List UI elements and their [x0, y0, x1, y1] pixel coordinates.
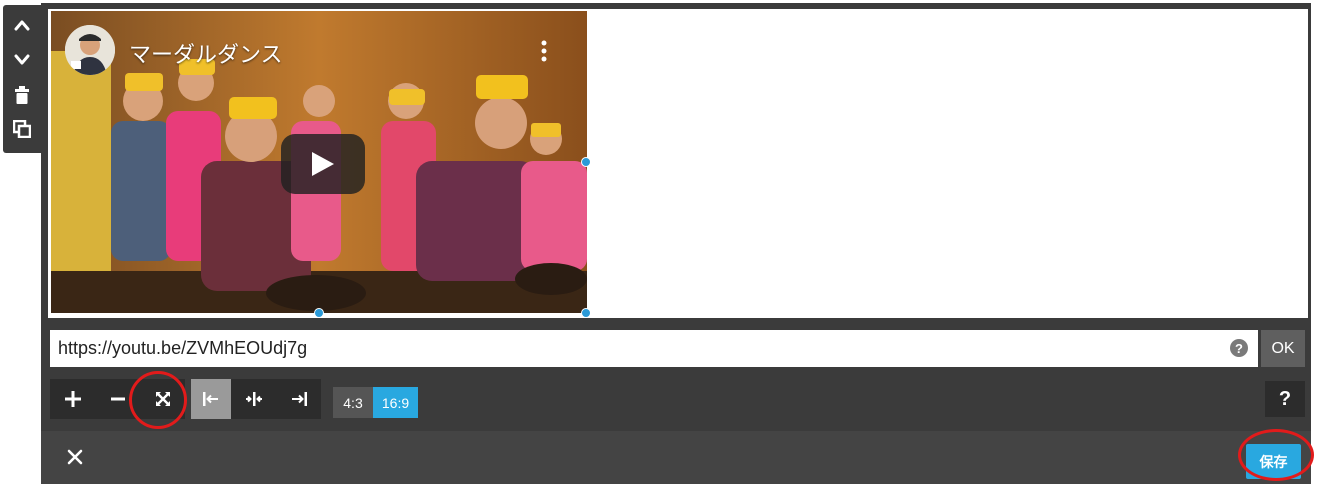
resize-handle-bottom[interactable] — [314, 308, 324, 318]
resize-handle-right[interactable] — [581, 157, 591, 167]
ratio-16-9-button[interactable]: 16:9 — [373, 387, 418, 418]
trash-icon — [15, 86, 29, 104]
save-button[interactable]: 保存 — [1246, 444, 1301, 479]
duplicate-button[interactable] — [9, 115, 35, 143]
zoom-out-button[interactable] — [95, 379, 140, 419]
video-title[interactable]: マーダルダンス — [129, 37, 283, 69]
chevron-up-icon — [14, 20, 30, 31]
fullscreen-button[interactable] — [140, 379, 185, 419]
avatar[interactable] — [65, 25, 115, 75]
play-button[interactable] — [281, 134, 365, 194]
video-stage: マーダルダンス — [48, 9, 1308, 318]
video-url-input[interactable] — [50, 330, 1258, 367]
close-icon — [67, 449, 83, 465]
url-help-icon[interactable]: ? — [1230, 339, 1248, 357]
align-left-button[interactable] — [191, 379, 231, 419]
ratio-4-3-button[interactable]: 4:3 — [333, 387, 373, 418]
close-button[interactable] — [63, 445, 87, 469]
size-tools — [50, 379, 185, 419]
zoom-in-icon — [64, 391, 81, 407]
align-right-icon — [291, 392, 307, 406]
move-up-button[interactable] — [9, 11, 35, 39]
align-left-icon — [203, 392, 218, 406]
delete-button[interactable] — [9, 81, 35, 109]
zoom-out-icon — [110, 397, 125, 401]
avatar-image — [65, 25, 115, 75]
ok-button[interactable]: OK — [1261, 330, 1305, 367]
align-right-button[interactable] — [276, 379, 321, 419]
align-tools — [191, 379, 321, 419]
fullscreen-icon — [155, 392, 170, 406]
more-vertical-icon[interactable] — [541, 39, 547, 63]
align-center-icon — [245, 392, 262, 406]
video-block-editor: マーダルダンス ? OK — [41, 3, 1311, 484]
move-down-button[interactable] — [9, 46, 35, 74]
align-center-button[interactable] — [231, 379, 276, 419]
youtube-embed[interactable]: マーダルダンス — [51, 11, 587, 313]
bottom-action-bar: 保存 — [41, 431, 1311, 484]
zoom-in-button[interactable] — [50, 379, 95, 419]
play-icon — [312, 152, 334, 176]
duplicate-icon — [13, 120, 31, 138]
chevron-down-icon — [14, 54, 30, 65]
block-side-toolbar — [3, 5, 41, 153]
resize-handle-corner[interactable] — [581, 308, 591, 318]
help-button[interactable]: ? — [1265, 381, 1305, 417]
